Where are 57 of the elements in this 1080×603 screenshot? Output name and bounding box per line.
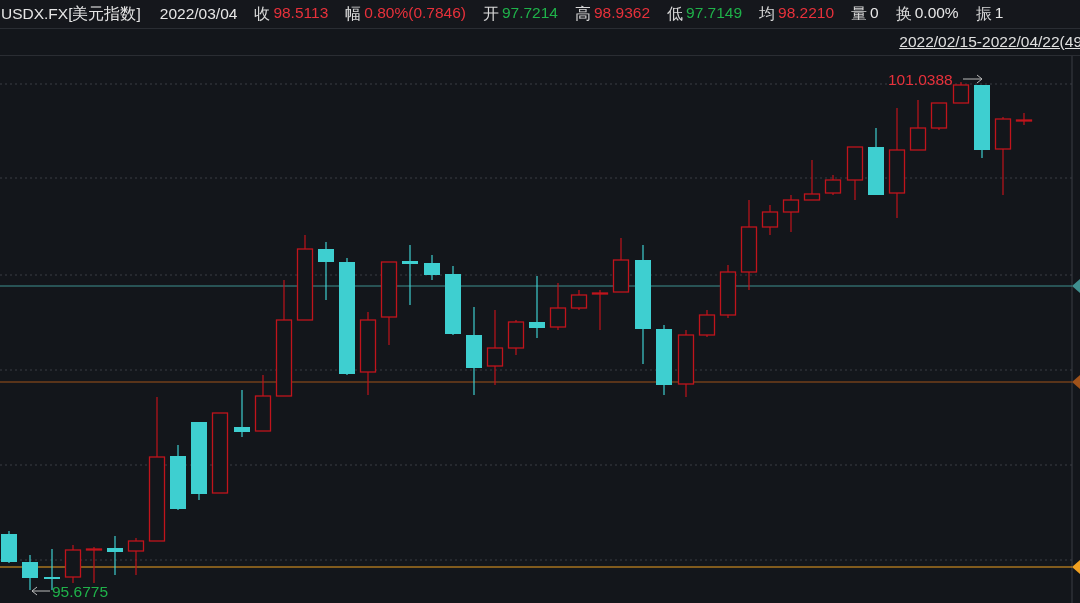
candlestick [85,546,103,584]
field-label: 开 [482,3,499,24]
field-label: 振 [975,3,992,24]
candlestick [952,81,970,104]
candlestick [1,530,17,564]
field-value: 98.9362 [594,3,650,23]
field-value: 0.00% [914,3,959,23]
candlestick [782,194,800,233]
candlestick [127,537,145,576]
candlestick [656,324,672,396]
candlestick [170,444,186,511]
field-label: 幅 [345,3,362,24]
candlestick [677,329,695,398]
candlestick [591,289,609,331]
candlestick [22,554,38,591]
arrow-icon [962,74,983,84]
candlestick [612,237,630,293]
candlestick [64,544,82,584]
candlestick [549,282,567,331]
candlestick [868,127,884,196]
candlestick [318,241,334,301]
field-value: 97.7214 [501,3,558,23]
date-label: 2022/03/04 [159,5,238,23]
candlestick [698,309,716,338]
field-value: 97.7149 [686,3,743,23]
field-label: 收 [254,3,271,24]
field-value: 0.80%(0.7846) [364,3,466,23]
field-value: 0 [870,3,879,23]
candlestick [254,374,272,432]
candlestick [507,319,525,356]
candlestick [1015,112,1033,126]
candlestick [570,289,588,311]
symbol-label: USDX.FX[美元指数] [1,3,141,24]
candlestick [424,254,440,281]
field-label: 高 [575,3,591,24]
candlestick [909,99,927,151]
candlestick [529,275,545,339]
field-label: 量 [851,3,868,24]
candlestick [803,159,821,201]
field-value: 98.2210 [778,3,835,23]
candlestick [402,244,418,306]
candlestick [445,265,461,336]
field-value: 1 [994,3,1004,23]
candlestick [719,264,737,319]
field-label: 换 [895,3,912,24]
candlestick [107,535,123,576]
candlestick [761,204,779,236]
candlestick [234,389,250,438]
field-value: 98.5113 [273,3,329,23]
max-price-label: 101.0388 [888,71,953,88]
candlestick [930,102,948,131]
arrow-icon [31,586,51,596]
candlestick [824,174,842,196]
candlestick [846,146,864,201]
min-price-label: 95.6775 [52,583,109,600]
field-label: 均 [759,3,776,24]
field-label: 低 [667,3,683,24]
